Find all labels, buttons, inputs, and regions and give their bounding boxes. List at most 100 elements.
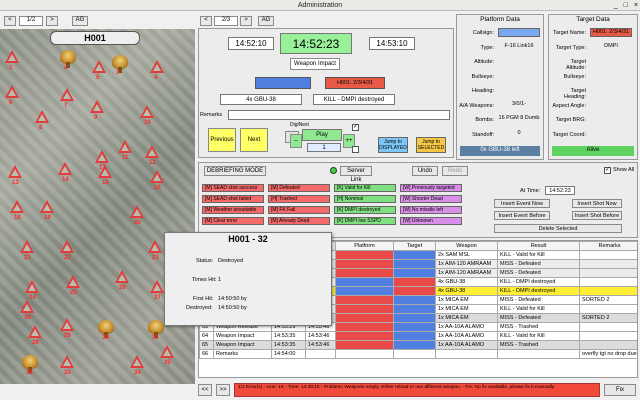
minimize-icon[interactable]: _ [614,1,618,10]
event-weapon[interactable]: 4x GBU-38 [220,94,302,105]
platform-field-label: A/A Weapons: [459,102,494,109]
target-marker-icon[interactable] [130,355,144,368]
category-button[interactable]: [K] DMPI destroyed [334,206,396,214]
target-marker-icon[interactable] [66,275,80,288]
target-marker-icon[interactable] [5,50,19,63]
target-marker-icon[interactable] [58,162,72,175]
target-marker-icon[interactable] [25,280,39,293]
target-marker-icon[interactable] [92,60,106,73]
server-link-button[interactable]: Server Link [340,166,372,183]
category-button[interactable]: [M] Weather unsuitable [202,206,264,214]
debrief-mode-button[interactable]: DEBRIEFING MODE [204,166,266,176]
column-header[interactable]: Result [497,241,580,251]
target-marker-icon[interactable] [148,240,162,253]
category-button[interactable]: [M] FK Fail [268,206,330,214]
jump-selected-button[interactable]: Jump to SELECTED [416,137,446,153]
insert-event-before-button[interactable]: Insert Event Before [494,211,550,220]
map-prev-button[interactable]: < [4,16,16,26]
event-time-current[interactable]: 14:52:23 [280,33,352,54]
insert-shot-before-button[interactable]: Insert Shot Before [572,211,622,220]
target-marker-icon[interactable] [28,325,42,338]
column-header[interactable]: Weapon [435,241,498,251]
table-row[interactable]: 64 Weapon Impact 14:53:35 14:53:46 1x AA-10A… [199,331,637,341]
target-marker-icon[interactable] [60,355,74,368]
target-marker-icon[interactable] [140,105,154,118]
diginext-check-icon[interactable]: ✓ [352,124,359,131]
event-result[interactable]: KILL - DMPI destroyed [313,94,395,105]
target-marker-icon[interactable] [150,280,164,293]
category-button[interactable]: [M] SEAD shot success [202,184,264,192]
table-row[interactable]: 65 Weapon Impact 14:53:35 14:53:46 1x AA-10A… [199,340,637,350]
target-marker-icon[interactable] [150,60,164,73]
close-icon[interactable]: × [634,1,638,10]
category-button[interactable]: [M] Defeated [268,184,330,192]
target-marker-icon[interactable] [118,140,132,153]
at-time-input[interactable]: 14:52:23 [545,186,575,195]
target-marker-icon[interactable] [150,170,164,183]
insert-event-now-button[interactable]: Insert Event Now [494,199,550,208]
category-button[interactable]: [W] No missile left [400,206,462,214]
event-prev-button[interactable]: < [200,16,212,26]
remarks-input[interactable] [228,110,450,120]
event-target[interactable]: H001: 2/3/4/31 [325,77,385,89]
map-next-button[interactable]: > [46,16,58,26]
category-button[interactable]: [K] DMPI low SSPD [334,217,396,225]
impact-marker-icon[interactable] [22,355,38,373]
category-button[interactable]: [H] Trashed [268,195,330,203]
target-marker-icon[interactable] [145,145,159,158]
play-button[interactable]: Play [302,129,342,141]
impact-marker-icon[interactable] [112,55,128,73]
fix-button[interactable]: Fix [604,384,636,396]
target-marker-icon[interactable] [130,205,144,218]
previous-button[interactable]: Previous [208,128,236,152]
target-marker-icon[interactable] [60,88,74,101]
impact-marker-icon[interactable] [60,50,76,68]
step-input[interactable]: 1 [307,143,341,152]
insert-shot-now-button[interactable]: Insert Shot Now [572,199,622,208]
show-all-checkbox[interactable]: ✓ [604,167,611,174]
category-button[interactable]: [W] Shooter Dead [400,195,462,203]
impact-marker-icon[interactable] [148,320,164,338]
event-time-end[interactable]: 14:53:10 [369,37,415,50]
target-marker-icon[interactable] [20,300,34,313]
loop-checkbox[interactable] [352,146,359,153]
impact-marker-icon[interactable] [98,320,114,338]
map-ag-button[interactable]: AG [72,16,88,26]
maximize-icon[interactable]: □ [624,1,628,10]
target-marker-icon[interactable] [5,85,19,98]
target-marker-icon[interactable] [8,165,22,178]
target-marker-icon[interactable] [60,318,74,331]
table-row[interactable]: 66 Remarks 14:54:00 overfly tgt no drop due… [199,349,637,359]
column-header[interactable]: Platform [335,241,394,251]
error-next-button[interactable]: >> [216,384,230,396]
jump-displayed-button[interactable]: Jump to DISPLAYED [378,137,408,153]
error-prev-button[interactable]: << [198,384,212,396]
event-ag-button[interactable]: AG [258,16,274,26]
column-header[interactable]: Remarks [579,241,637,251]
target-marker-icon[interactable] [95,150,109,163]
redo-button[interactable]: Redo [442,166,468,176]
target-marker-icon[interactable] [60,240,74,253]
category-button[interactable]: [H] Nominal [334,195,396,203]
category-button[interactable]: [M] SEAD shot failed [202,195,264,203]
category-button[interactable]: [M] Clear error [202,217,264,225]
target-marker-icon[interactable] [10,200,24,213]
next-button[interactable]: Next [240,128,268,152]
category-button[interactable]: [M] Already Dead [268,217,330,225]
target-marker-icon[interactable] [20,240,34,253]
delete-selected-button[interactable]: Delete Selected [494,224,622,233]
column-header[interactable]: Target [393,241,436,251]
undo-button[interactable]: Undo [412,166,438,176]
target-marker-icon[interactable] [35,110,49,123]
target-marker-icon[interactable] [115,270,129,283]
step-minus-button[interactable]: -- [290,134,302,148]
category-button[interactable]: [W] Unknown [400,217,462,225]
target-marker-icon[interactable] [90,100,104,113]
event-next-button[interactable]: > [240,16,252,26]
event-type[interactable]: Weapon Impact [290,58,340,70]
event-time-start[interactable]: 14:52:10 [228,37,274,50]
target-marker-icon[interactable] [40,200,54,213]
target-marker-icon[interactable] [160,345,174,358]
category-button[interactable]: [K] Valid for Kill [334,184,396,192]
category-button[interactable]: [W] Previously targeted [400,184,462,192]
